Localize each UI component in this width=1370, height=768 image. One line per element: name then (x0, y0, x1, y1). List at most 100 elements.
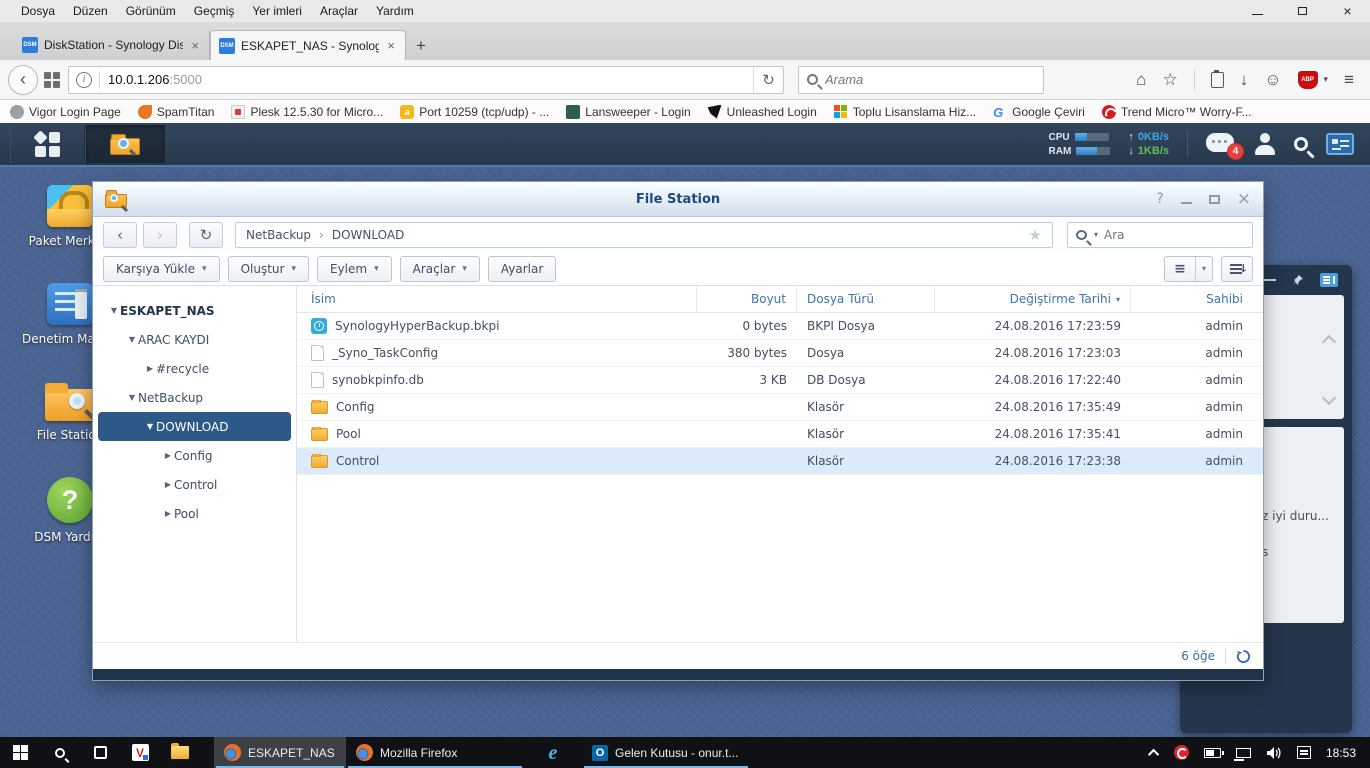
upload-button[interactable]: Karşıya Yükle▾ (103, 256, 220, 282)
tree-closed-icon[interactable]: ▶ (162, 509, 174, 518)
user-options-button[interactable] (1254, 133, 1276, 155)
breadcrumb[interactable]: NetBackup › DOWNLOAD ★ (235, 222, 1053, 248)
taskbar-button-outlook[interactable]: O Gelen Kutusu - onur.t... (582, 737, 750, 768)
tree-open-icon[interactable]: ▼ (144, 422, 156, 431)
browser-maximize-button[interactable] (1280, 0, 1325, 22)
task-view-button[interactable] (80, 737, 120, 768)
taskbar-clock[interactable]: 18:53 (1326, 746, 1356, 760)
bookmark-star-icon[interactable]: ☆ (1162, 71, 1177, 88)
widget-pilot-view-button[interactable] (1326, 133, 1354, 155)
menu-tools[interactable]: Araçlar (311, 2, 367, 20)
column-header-type[interactable]: Dosya Türü (797, 286, 935, 312)
status-refresh-icon[interactable] (1236, 649, 1251, 664)
file-station-search-box[interactable]: ▾ (1067, 222, 1253, 248)
column-header-date[interactable]: Değiştirme Tarihi▾ (935, 286, 1131, 312)
settings-button[interactable]: Ayarlar (488, 256, 556, 282)
view-mode-caret-icon[interactable]: ▾ (1195, 257, 1212, 281)
taskbar-search-button[interactable] (40, 737, 80, 768)
window-help-button[interactable]: ? (1156, 191, 1163, 207)
downloads-icon[interactable]: ↓ (1240, 71, 1249, 88)
list-view-icon[interactable]: ≡ (1165, 257, 1195, 281)
tree-item-download[interactable]: ▼DOWNLOAD (98, 412, 291, 441)
hamburger-menu-icon[interactable]: ≡ (1344, 71, 1354, 88)
new-tab-button[interactable]: + (406, 32, 436, 60)
bookmark-toplu[interactable]: Toplu Lisanslama Hiz... (834, 105, 976, 119)
file-row-config[interactable]: Config Klasör 24.08.2016 17:35:49 admin (297, 394, 1263, 421)
file-row-pool[interactable]: Pool Klasör 24.08.2016 17:35:41 admin (297, 421, 1263, 448)
browser-search-box[interactable] (798, 66, 1044, 94)
menu-edit[interactable]: Düzen (64, 2, 117, 20)
bookmark-plesk[interactable]: Plesk 12.5.30 for Micro... (231, 105, 383, 119)
recent-pages-icon[interactable] (44, 72, 60, 88)
tree-open-icon[interactable]: ▼ (108, 306, 120, 315)
notifications-button[interactable]: 4 (1206, 133, 1236, 155)
browser-minimize-button[interactable] (1235, 0, 1280, 22)
bookmark-google-ceviri[interactable]: GGoogle Çeviri (993, 105, 1085, 119)
tray-expand-icon[interactable] (1148, 748, 1159, 759)
breadcrumb-netbackup[interactable]: NetBackup (246, 228, 311, 242)
sort-button[interactable] (1221, 256, 1253, 282)
tree-item-arac-kaydi[interactable]: ▼ARAC KAYDI (98, 325, 291, 354)
resource-meters[interactable]: CPU RAM (1049, 132, 1111, 157)
browser-close-button[interactable]: × (1325, 0, 1370, 22)
tree-open-icon[interactable]: ▼ (126, 393, 138, 402)
tree-item-pool[interactable]: ▶Pool (98, 499, 291, 528)
bookmark-lansweeper[interactable]: Lansweeper - Login (566, 105, 690, 119)
back-button[interactable]: ‹ (8, 65, 38, 95)
tree-item-control[interactable]: ▶Control (98, 470, 291, 499)
va-app-button[interactable]: V (120, 737, 160, 768)
adblock-plus-icon[interactable]: ABP (1298, 71, 1318, 89)
column-header-owner[interactable]: Sahibi (1131, 286, 1263, 312)
file-row-synobkpinfo[interactable]: synobkpinfo.db 3 KB DB Dosya 24.08.2016 … (297, 367, 1263, 394)
file-explorer-button[interactable] (160, 737, 200, 768)
tab-close-icon[interactable]: × (189, 38, 201, 53)
tools-button[interactable]: Araçlar▾ (400, 256, 480, 282)
volume-icon[interactable] (1266, 746, 1282, 760)
url-bar[interactable]: i 10.0.1.206 :5000 ↻ (68, 66, 784, 94)
favorite-star-icon[interactable]: ★ (1029, 226, 1042, 244)
menu-history[interactable]: Geçmiş (185, 2, 244, 20)
battery-icon[interactable] (1204, 748, 1221, 758)
fs-back-button[interactable]: ‹ (103, 222, 137, 248)
window-minimize-button[interactable] (1181, 202, 1192, 204)
taskbar-button-eskapet[interactable]: ESKAPET_NAS - Synol... (214, 737, 346, 768)
taskbar-button-firefox[interactable]: Mozilla Firefox (346, 737, 524, 768)
widget-toggle-icon[interactable] (1320, 273, 1338, 287)
tab-eskapet-nas[interactable]: DSM ESKAPET_NAS - Synology ... × (210, 30, 406, 60)
view-mode-split-button[interactable]: ≡ ▾ (1164, 256, 1213, 282)
window-close-button[interactable]: × (1237, 191, 1251, 208)
chevron-up-icon[interactable] (1322, 335, 1336, 349)
tree-closed-icon[interactable]: ▶ (162, 480, 174, 489)
bookmark-trendmicro[interactable]: Trend Micro™ Worry-F... (1102, 105, 1252, 119)
file-row-taskconfig[interactable]: _Syno_TaskConfig 380 bytes Dosya 24.08.2… (297, 340, 1263, 367)
bookmark-port[interactable]: aPort 10259 (tcp/udp) - ... (400, 105, 549, 119)
file-row-hyperbackup[interactable]: SynologyHyperBackup.bkpi 0 bytes BKPI Do… (297, 313, 1263, 340)
file-station-task-button[interactable] (85, 125, 165, 163)
fs-forward-button[interactable]: › (143, 222, 177, 248)
taskbar-button-ie[interactable]: e (524, 737, 582, 768)
breadcrumb-download[interactable]: DOWNLOAD (332, 228, 404, 242)
tree-item-netbackup[interactable]: ▼NetBackup (98, 383, 291, 412)
fs-search-caret-icon[interactable]: ▾ (1094, 230, 1098, 239)
window-maximize-button[interactable] (1209, 195, 1220, 204)
widget-minimize-icon[interactable] (1264, 279, 1276, 281)
start-button[interactable] (0, 737, 40, 768)
network-icon[interactable] (1236, 748, 1251, 758)
main-menu-button[interactable] (10, 125, 85, 163)
fs-search-input[interactable] (1104, 228, 1244, 242)
window-title-bar[interactable]: File Station ? × (93, 182, 1263, 217)
action-center-icon[interactable] (1297, 746, 1311, 759)
menu-view[interactable]: Görünüm (117, 2, 185, 20)
file-row-control[interactable]: Control Klasör 24.08.2016 17:23:38 admin (297, 448, 1263, 475)
tree-item-eskapet-nas[interactable]: ▼ESKAPET_NAS (98, 296, 291, 325)
bookmark-spamtitan[interactable]: SpamTitan (138, 105, 215, 119)
network-speeds[interactable]: ↑0KB/s ↓1KB/s (1128, 131, 1169, 157)
action-button[interactable]: Eylem▾ (317, 256, 392, 282)
tree-item-config[interactable]: ▶Config (98, 441, 291, 470)
home-icon[interactable]: ⌂ (1136, 71, 1146, 88)
bookmark-unleashed[interactable]: Unleashed Login (708, 105, 817, 119)
pin-icon[interactable] (1292, 274, 1304, 286)
extension-smiley-icon[interactable]: ☺ (1264, 71, 1281, 88)
chevron-down-icon[interactable] (1322, 391, 1336, 405)
menu-file[interactable]: Dosya (12, 2, 64, 20)
